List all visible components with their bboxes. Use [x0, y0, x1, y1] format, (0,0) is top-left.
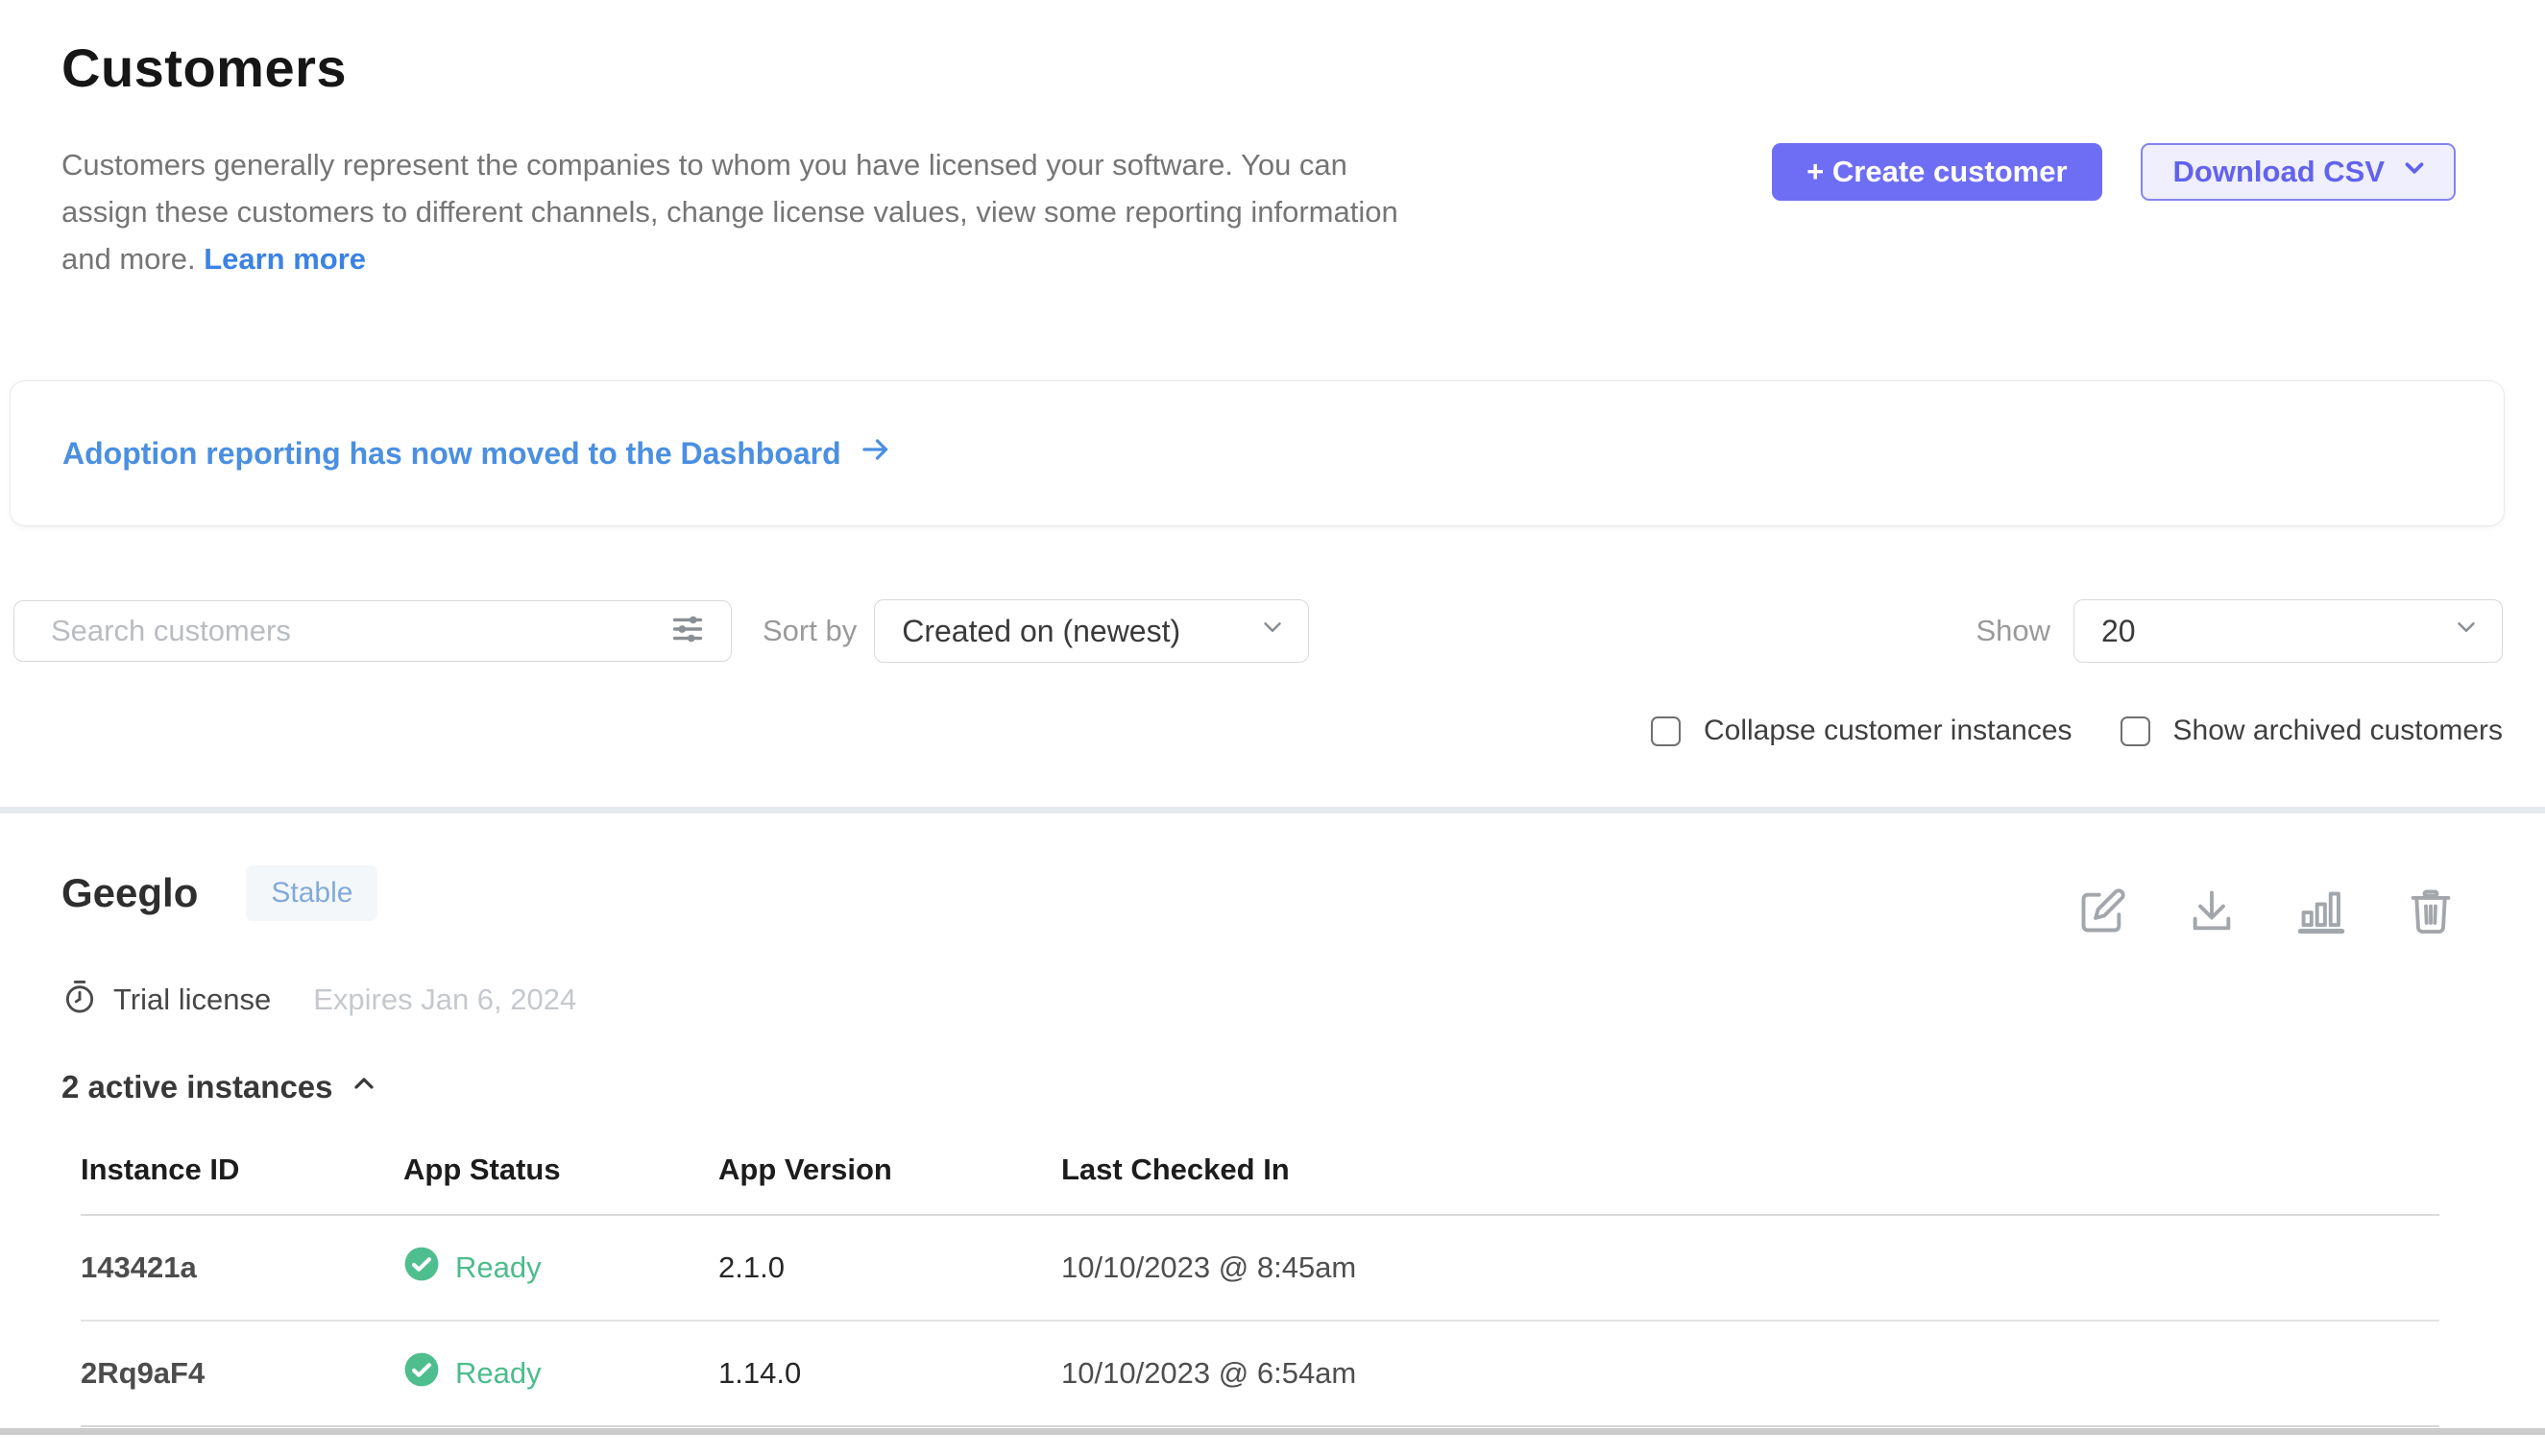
arrow-right-icon [859, 432, 893, 474]
download-csv-button[interactable]: Download CSV [2141, 143, 2456, 201]
show-label: Show [1975, 614, 2050, 648]
sort-by-label: Sort by [763, 614, 857, 648]
download-csv-label: Download CSV [2173, 155, 2385, 189]
customer-name[interactable]: Geeglo [61, 870, 198, 916]
header-actions: + Create customer Download CSV [1772, 143, 2456, 201]
instance-id: 143421a [81, 1250, 403, 1285]
show-select-value: 20 [2101, 614, 2136, 649]
create-customer-button[interactable]: + Create customer [1772, 143, 2101, 201]
section-divider [0, 807, 2545, 813]
list-options: Collapse customer instances Show archive… [0, 715, 2545, 747]
check-circle-icon [403, 1351, 440, 1395]
sort-select-value: Created on (newest) [902, 614, 1180, 649]
last-checked-in: 10/10/2023 @ 6:54am [1061, 1356, 2439, 1391]
col-header-last-checked-in: Last Checked In [1061, 1153, 2439, 1187]
app-status-label: Ready [455, 1250, 542, 1285]
show-select[interactable]: 20 [2073, 599, 2503, 663]
collapse-instances-checkbox[interactable] [1651, 716, 1681, 746]
show-archived-label: Show archived customers [2173, 715, 2503, 747]
app-version: 2.1.0 [718, 1250, 1061, 1285]
page-header: Customers Customers generally represent … [0, 0, 2545, 282]
app-version: 1.14.0 [718, 1356, 1061, 1391]
table-row: 2Rq9aF4 Ready 1.14.0 10/10/2023 @ 6:54am [81, 1322, 2439, 1427]
bar-chart-icon[interactable] [2296, 886, 2346, 936]
adoption-reporting-banner[interactable]: Adoption reporting has now moved to the … [10, 380, 2505, 526]
license-type: Trial license [113, 983, 271, 1017]
search-box [13, 600, 732, 662]
customer-actions [2077, 886, 2456, 936]
download-icon[interactable] [2187, 886, 2237, 936]
bottom-divider [0, 1428, 2545, 1435]
table-header-row: Instance ID App Status App Version Last … [81, 1135, 2439, 1216]
app-status: Ready [403, 1246, 718, 1290]
chevron-down-icon [2400, 154, 2429, 190]
channel-badge: Stable [246, 865, 377, 921]
license-info: Trial license Expires Jan 6, 2024 [61, 979, 2456, 1020]
description-line-2: assign these customers to different chan… [61, 195, 1398, 229]
instances-toggle[interactable]: 2 active instances [61, 1068, 379, 1106]
app-status: Ready [403, 1351, 718, 1395]
chevron-up-icon [349, 1068, 379, 1106]
col-header-app-status: App Status [403, 1153, 718, 1187]
instances-table: Instance ID App Status App Version Last … [81, 1135, 2439, 1427]
search-input[interactable] [51, 614, 666, 648]
instance-id: 2Rq9aF4 [81, 1356, 403, 1391]
license-expiry: Expires Jan 6, 2024 [313, 983, 576, 1017]
col-header-app-version: App Version [718, 1153, 1061, 1187]
timer-icon [61, 979, 113, 1020]
check-circle-icon [403, 1246, 440, 1290]
app-status-label: Ready [455, 1356, 542, 1391]
customer-card: Geeglo Stable [0, 813, 2545, 1427]
learn-more-link[interactable]: Learn more [204, 242, 366, 276]
list-controls: Sort by Created on (newest) Show 20 [0, 599, 2545, 663]
collapse-instances-option[interactable]: Collapse customer instances [1651, 715, 2072, 747]
edit-icon[interactable] [2077, 886, 2127, 936]
last-checked-in: 10/10/2023 @ 8:45am [1061, 1250, 2439, 1285]
col-header-instance-id: Instance ID [81, 1153, 403, 1187]
sort-select[interactable]: Created on (newest) [874, 599, 1309, 663]
collapse-instances-label: Collapse customer instances [1704, 715, 2072, 747]
page-description: Customers generally represent the compan… [61, 141, 1398, 282]
table-row: 143421a Ready 2.1.0 10/10/2023 @ 8:45am [81, 1216, 2439, 1322]
description-line-1: Customers generally represent the compan… [61, 148, 1347, 182]
page-title: Customers [61, 36, 2456, 99]
banner-link-text[interactable]: Adoption reporting has now moved to the … [62, 436, 841, 472]
chevron-down-icon [1258, 613, 1287, 649]
description-line-3: and more. [61, 242, 196, 276]
show-archived-checkbox[interactable] [2121, 716, 2150, 746]
trash-icon[interactable] [2406, 886, 2456, 936]
customers-page: Customers Customers generally represent … [0, 0, 2545, 1456]
instances-toggle-label: 2 active instances [61, 1069, 333, 1105]
chevron-down-icon [2452, 613, 2481, 649]
show-archived-option[interactable]: Show archived customers [2121, 715, 2503, 747]
sliders-filter-icon[interactable] [666, 607, 710, 656]
